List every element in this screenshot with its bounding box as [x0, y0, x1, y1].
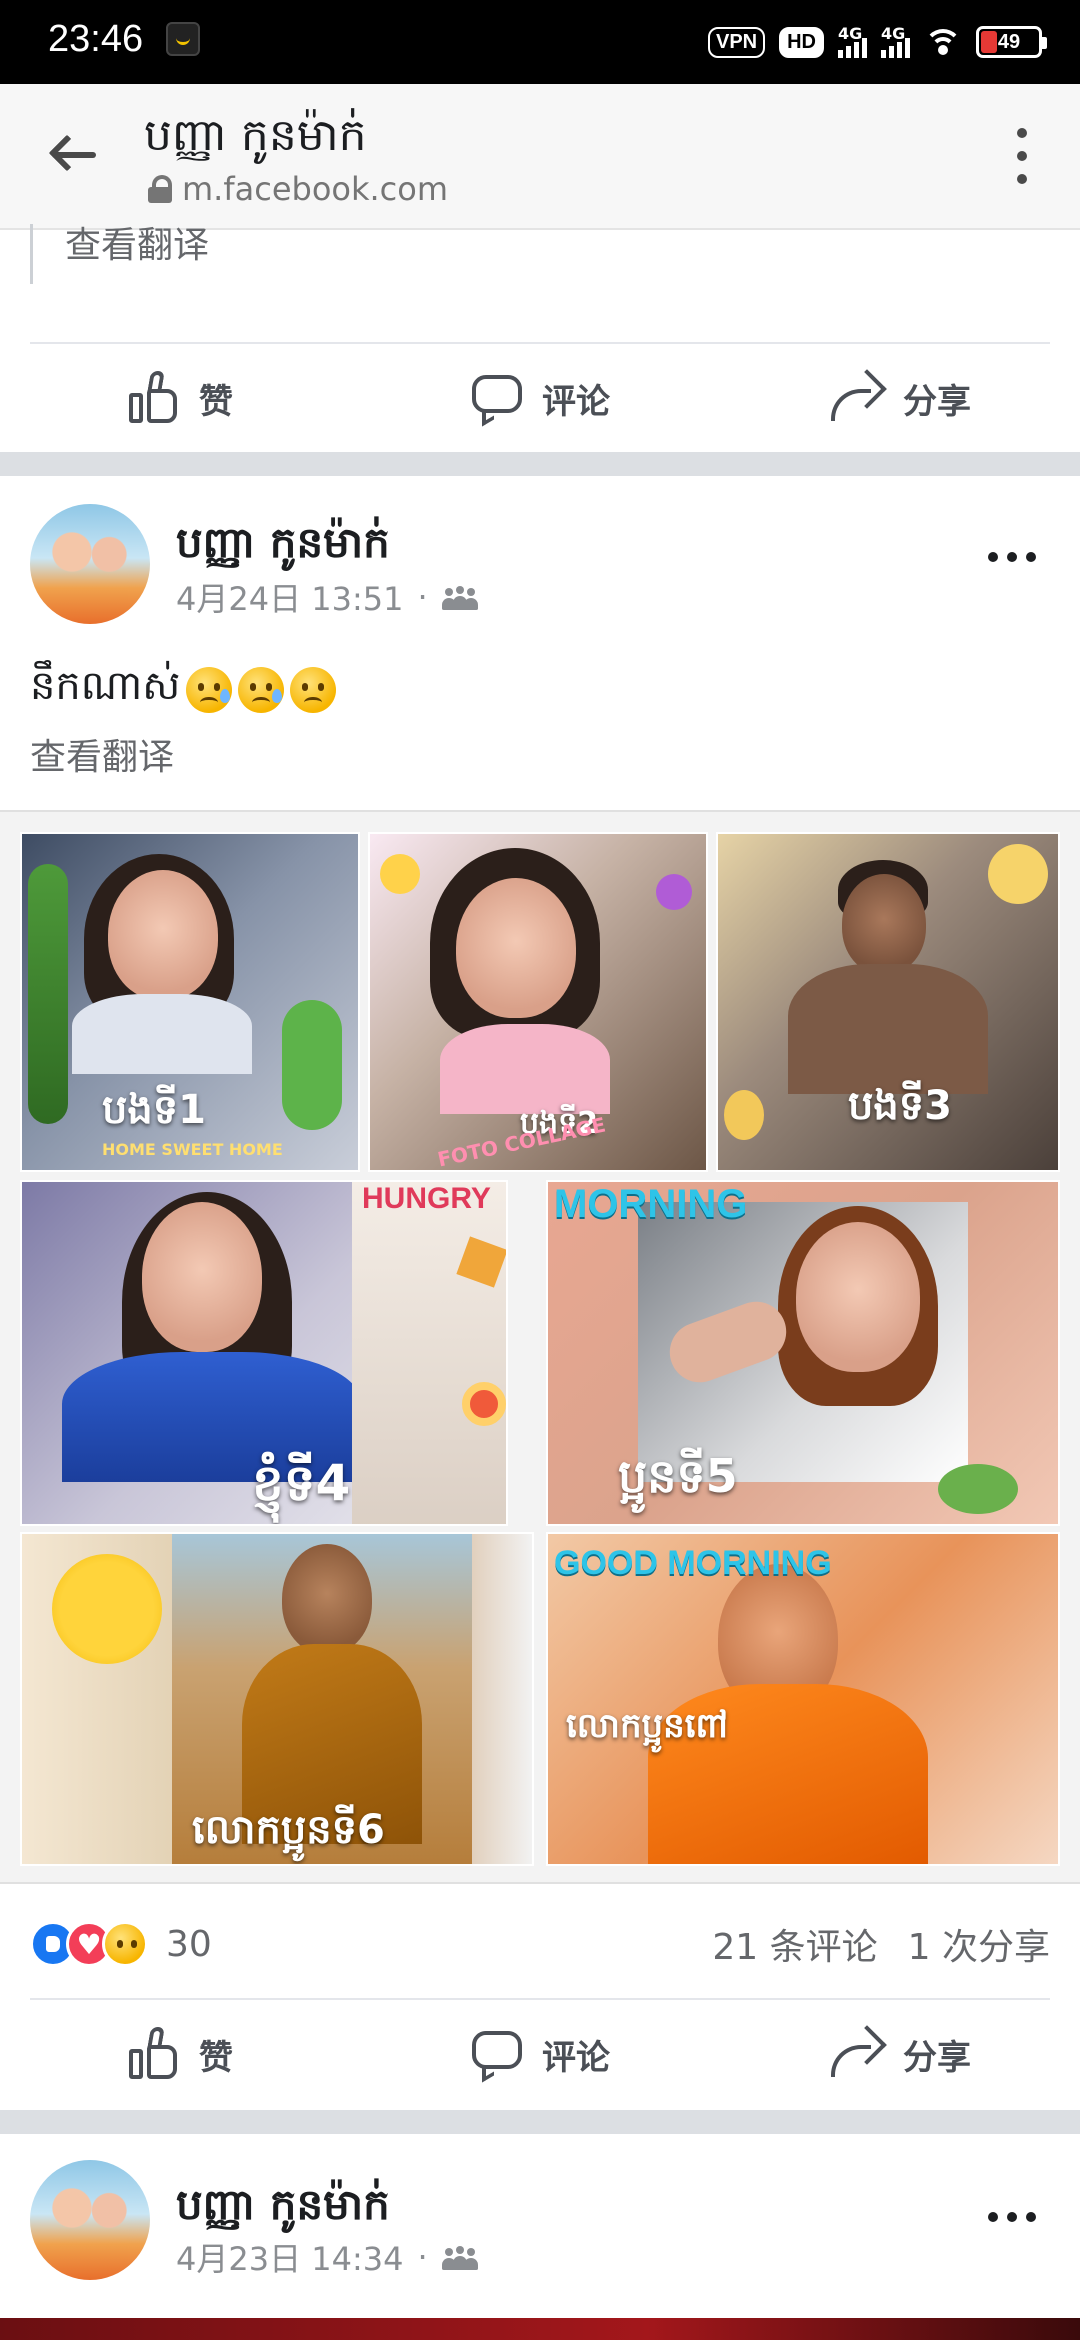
prev-post-actions: 赞 评论 分享	[0, 346, 1080, 450]
share-icon	[829, 369, 887, 425]
sticker-text: GOOD MORNING	[554, 1544, 832, 1582]
see-translation-link-prev[interactable]: 查看翻译	[30, 224, 209, 284]
wifi-icon	[924, 27, 962, 57]
feed-divider	[0, 452, 1080, 476]
see-translation-link[interactable]: 查看翻译	[30, 728, 174, 780]
collage-caption: លោកប្អូនពៅ	[566, 1706, 728, 1746]
share-icon	[829, 2025, 887, 2081]
collage-photo-1[interactable]: បងទី1 HOME SWEET HOME	[20, 832, 360, 1172]
post-date[interactable]: 4月24日 13:51	[176, 574, 403, 620]
kebab-menu-icon[interactable]	[1016, 128, 1028, 184]
comment-icon	[470, 2027, 524, 2083]
separator	[30, 342, 1050, 344]
sticker-text: MORNING	[554, 1182, 748, 1226]
collage-caption: បងទី3	[848, 1083, 953, 1129]
like-icon	[127, 371, 181, 425]
post-meta: 4月23日 14:34 ·	[176, 2234, 478, 2280]
browser-header: បញ្ញា កូនម៉ាក់ m.facebook.com	[0, 84, 1080, 230]
photo-collage[interactable]: បងទី1 HOME SWEET HOME បងទី2 FOTO COLLAGE…	[0, 810, 1080, 1884]
friends-icon	[441, 2244, 478, 2270]
comments-count[interactable]: 21 条评论	[712, 1918, 877, 1970]
separator	[30, 1998, 1050, 2000]
comment-button[interactable]: 评论	[360, 2002, 720, 2106]
signal-icon-1: 4G	[838, 24, 867, 58]
post-text: នឹកណាស់	[30, 660, 337, 719]
like-button[interactable]: 赞	[0, 2002, 360, 2106]
post-author[interactable]: បញ្ញា កូនម៉ាក់	[176, 516, 390, 578]
more-icon[interactable]	[988, 552, 1036, 562]
post-meta: 4月24日 13:51 ·	[176, 574, 478, 620]
hd-voice-icon: HD	[779, 26, 824, 58]
notification-icon	[166, 22, 200, 56]
page-url: m.facebook.com	[148, 170, 448, 208]
sticker-text: HOME SWEET HOME	[102, 1140, 283, 1159]
sad-emoji-icon	[238, 666, 285, 713]
collage-photo-3[interactable]: បងទី3	[716, 832, 1060, 1172]
more-icon[interactable]	[988, 2212, 1036, 2222]
avatar[interactable]	[30, 504, 150, 624]
collage-photo-4[interactable]: HUNGRY ខ្ញុំទី4	[20, 1180, 508, 1526]
reaction-summary[interactable]: 30	[30, 1918, 212, 1970]
comment-button[interactable]: 评论	[360, 346, 720, 450]
next-post-media-edge	[0, 2318, 1080, 2340]
share-button[interactable]: 分享	[720, 2002, 1080, 2106]
status-icons: VPN HD 4G 4G 49	[707, 20, 1047, 64]
page-title: បញ្ញា កូនម៉ាក់	[144, 110, 367, 161]
avatar[interactable]	[30, 2160, 150, 2280]
collage-caption: លោកប្អូនទី6	[192, 1807, 385, 1853]
like-icon	[127, 2027, 181, 2081]
collage-caption: បងទី1	[102, 1087, 207, 1133]
post-author[interactable]: បញ្ញា កូនម៉ាក់	[176, 2178, 390, 2240]
lock-icon	[148, 175, 172, 203]
status-bar: 23:46 VPN HD 4G 4G 49	[0, 0, 1080, 84]
battery-icon: 49	[976, 26, 1047, 58]
back-arrow-icon[interactable]	[46, 132, 98, 176]
share-button[interactable]: 分享	[720, 346, 1080, 450]
sticker-text: HUNGRY	[362, 1182, 491, 1215]
engagement-counts: 21 条评论 1 次分享	[712, 1918, 1050, 1970]
like-button[interactable]: 赞	[0, 346, 360, 450]
collage-caption: ប្អូនទី5	[618, 1449, 738, 1503]
post-actions: 赞 评论 分享	[0, 2002, 1080, 2106]
sad-reaction-icon	[102, 1921, 148, 1967]
collage-photo-2[interactable]: បងទី2 FOTO COLLAGE	[368, 832, 708, 1172]
disappointed-emoji-icon	[290, 666, 337, 713]
comment-icon	[470, 371, 524, 427]
collage-caption: ខ្ញុំទី4	[252, 1454, 351, 1512]
status-time: 23:46	[48, 18, 144, 60]
signal-icon-2: 4G	[881, 24, 910, 58]
shares-count[interactable]: 1 次分享	[908, 1918, 1050, 1970]
collage-photo-6[interactable]: លោកប្អូនទី6	[20, 1532, 534, 1866]
friends-icon	[441, 584, 478, 610]
vpn-icon: VPN	[707, 26, 766, 58]
feed-divider	[0, 2110, 1080, 2134]
collage-photo-7[interactable]: GOOD MORNING លោកប្អូនពៅ	[546, 1532, 1060, 1866]
sad-emoji-icon	[186, 666, 233, 713]
collage-photo-5[interactable]: MORNING ប្អូនទី5	[546, 1180, 1060, 1526]
reaction-count: 30	[166, 1923, 212, 1965]
post-date[interactable]: 4月23日 14:34	[176, 2234, 403, 2280]
